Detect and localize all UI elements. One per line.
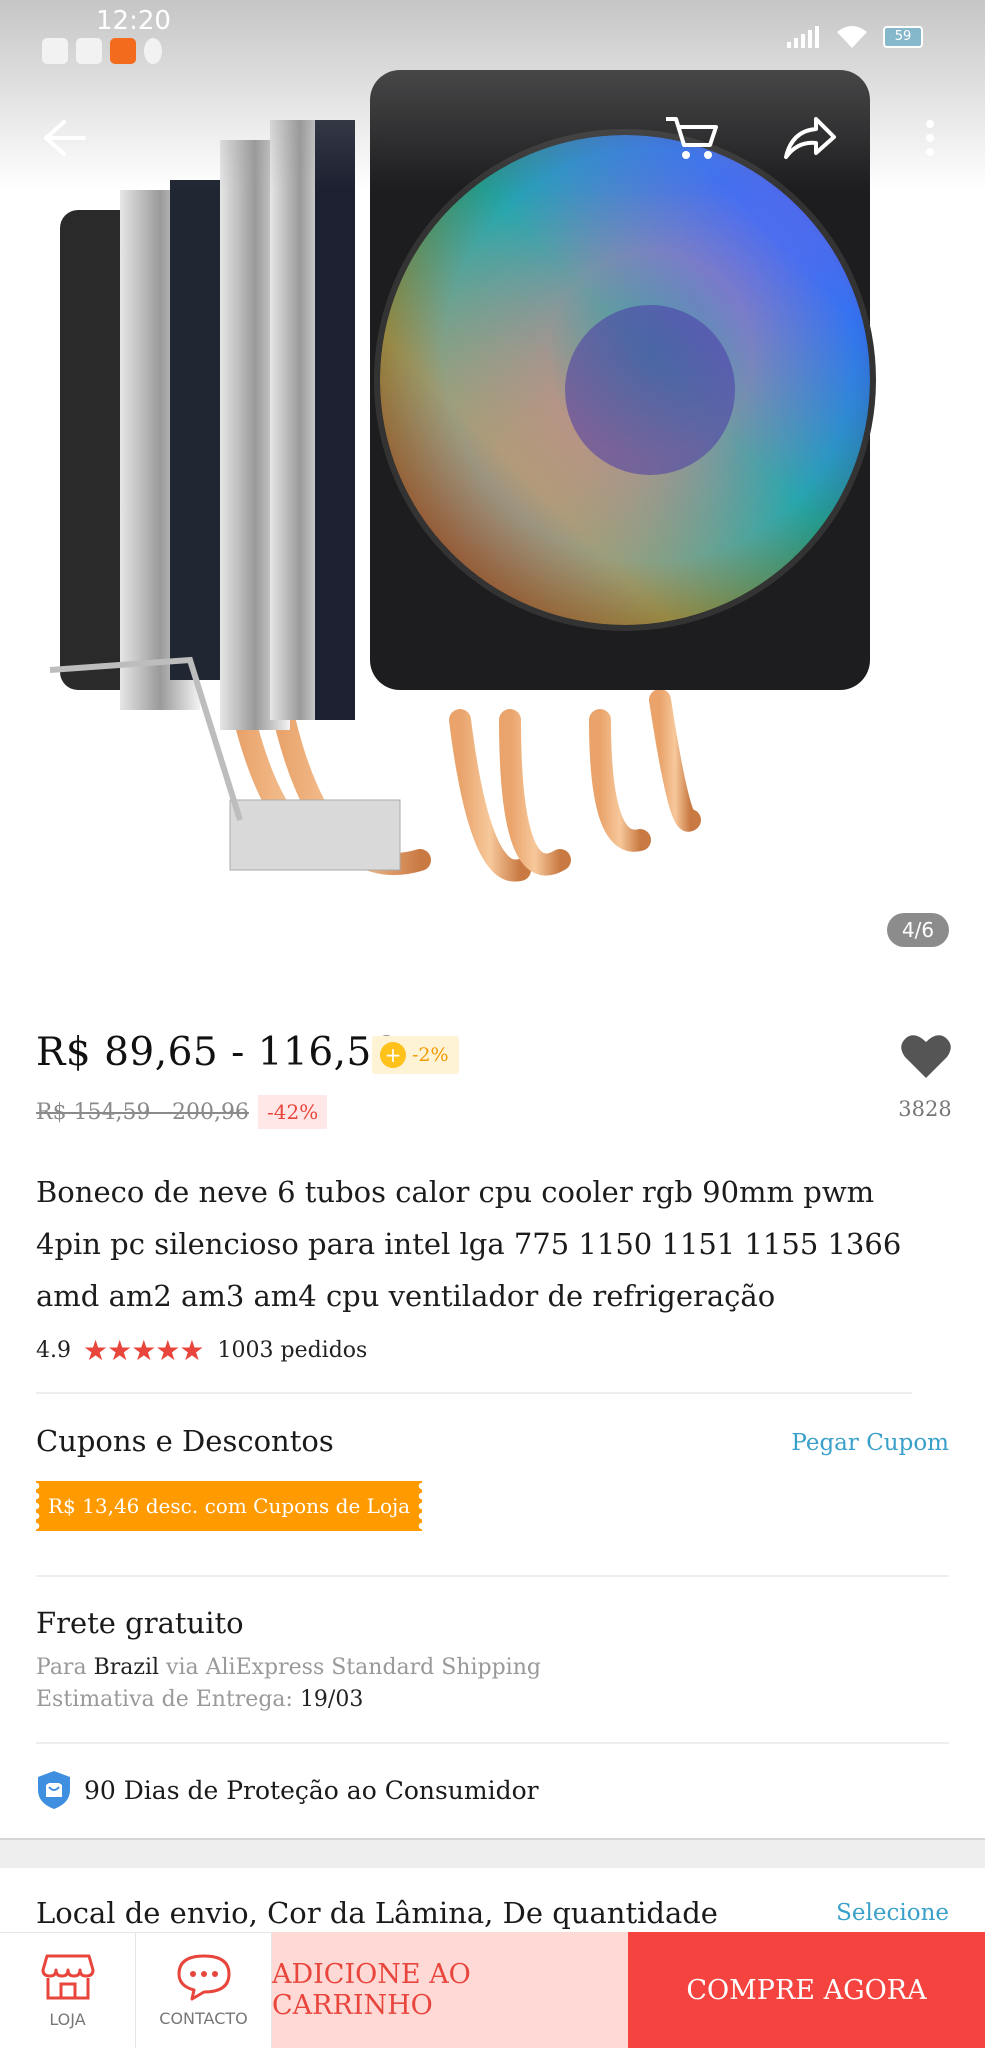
rating-value: 4.9: [36, 1338, 71, 1363]
notification-icons: [42, 38, 162, 64]
trash-icon: [76, 38, 102, 64]
cart-icon: [666, 117, 718, 159]
orders-count: 1003 pedidos: [217, 1338, 368, 1363]
divider: [36, 1575, 949, 1577]
shipping-title: Frete gratuito: [36, 1606, 244, 1640]
wishlist-count: 3828: [898, 1097, 952, 1121]
store-icon: [41, 1954, 94, 2000]
wifi-icon: [837, 26, 867, 48]
section-separator: [0, 1838, 985, 1868]
system-icons: 59: [787, 24, 923, 50]
battery-icon: 59: [883, 26, 923, 48]
shipping-to-prefix: Para: [36, 1655, 87, 1680]
rating-row[interactable]: 4.9 ★★★★★ 1003 pedidos: [36, 1334, 367, 1367]
delivery-estimate-date: 19/03: [299, 1687, 364, 1712]
store-coupon-badge[interactable]: R$ 13,46 desc. com Cupons de Loja: [36, 1481, 423, 1531]
discount-badge: -42%: [258, 1095, 328, 1129]
product-image-gallery[interactable]: 12:20 59 4/6: [0, 0, 985, 975]
buyer-protection-text: 90 Dias de Proteção ao Consumidor: [84, 1775, 539, 1805]
store-button[interactable]: LOJA: [0, 1932, 136, 2048]
status-time: 12:20: [96, 6, 171, 36]
back-arrow-icon: [44, 120, 86, 156]
status-bar: 12:20 59: [0, 0, 985, 70]
coin-icon: +: [380, 1042, 406, 1068]
cart-button[interactable]: [662, 108, 722, 168]
shopping-bag-icon: [42, 38, 68, 64]
image-counter: 4/6: [887, 913, 949, 947]
shield-icon: [38, 1771, 70, 1809]
shipping-method: via AliExpress Standard Shipping: [166, 1655, 541, 1680]
price-original: R$ 154,59 - 200,96: [36, 1100, 249, 1125]
signal-icon: [787, 26, 819, 48]
price-current: R$ 89,65 - 116,56: [36, 1030, 398, 1075]
star-rating-icon: ★★★★★: [83, 1334, 205, 1367]
delivery-estimate-label: Estimativa de Entrega:: [36, 1687, 293, 1712]
bottom-action-bar: LOJA CONTACTO ADICIONE AO CARRINHO COMPR…: [0, 1932, 985, 2048]
sku-options-title[interactable]: Local de envio, Cor da Lâmina, De quanti…: [36, 1896, 718, 1930]
share-icon: [784, 117, 836, 159]
heart-icon[interactable]: [900, 1032, 952, 1080]
buyer-protection-row[interactable]: 90 Dias de Proteção ao Consumidor: [36, 1770, 539, 1810]
shipping-country: Brazil: [93, 1655, 160, 1680]
buy-now-button[interactable]: COMPRE AGORA: [628, 1932, 985, 2048]
divider: [36, 1392, 912, 1394]
get-coupon-link[interactable]: Pegar Cupom: [791, 1430, 949, 1456]
watch-icon: [144, 38, 162, 64]
select-options-link[interactable]: Selecione: [836, 1900, 949, 1926]
coin-discount-badge: + -2%: [372, 1036, 459, 1074]
store-label: LOJA: [49, 2010, 86, 2029]
divider: [36, 1742, 949, 1744]
add-to-cart-button[interactable]: ADICIONE AO CARRINHO: [272, 1932, 628, 2048]
share-button[interactable]: [780, 108, 840, 168]
shipping-destination[interactable]: Para Brazil via AliExpress Standard Ship…: [36, 1655, 541, 1680]
chat-icon: [177, 1954, 230, 2001]
contact-label: CONTACTO: [159, 2009, 248, 2028]
contact-button[interactable]: CONTACTO: [136, 1932, 272, 2048]
product-title: Boneco de neve 6 tubos calor cpu cooler …: [36, 1175, 902, 1313]
more-vertical-icon: [926, 120, 934, 156]
delivery-estimate: Estimativa de Entrega: 19/03: [36, 1687, 363, 1712]
app-notification-icon: [110, 38, 136, 64]
back-button[interactable]: [34, 108, 94, 168]
coupons-title: Cupons e Descontos: [36, 1424, 334, 1458]
more-options-button[interactable]: [900, 108, 960, 168]
coin-discount-text: -2%: [412, 1044, 449, 1066]
